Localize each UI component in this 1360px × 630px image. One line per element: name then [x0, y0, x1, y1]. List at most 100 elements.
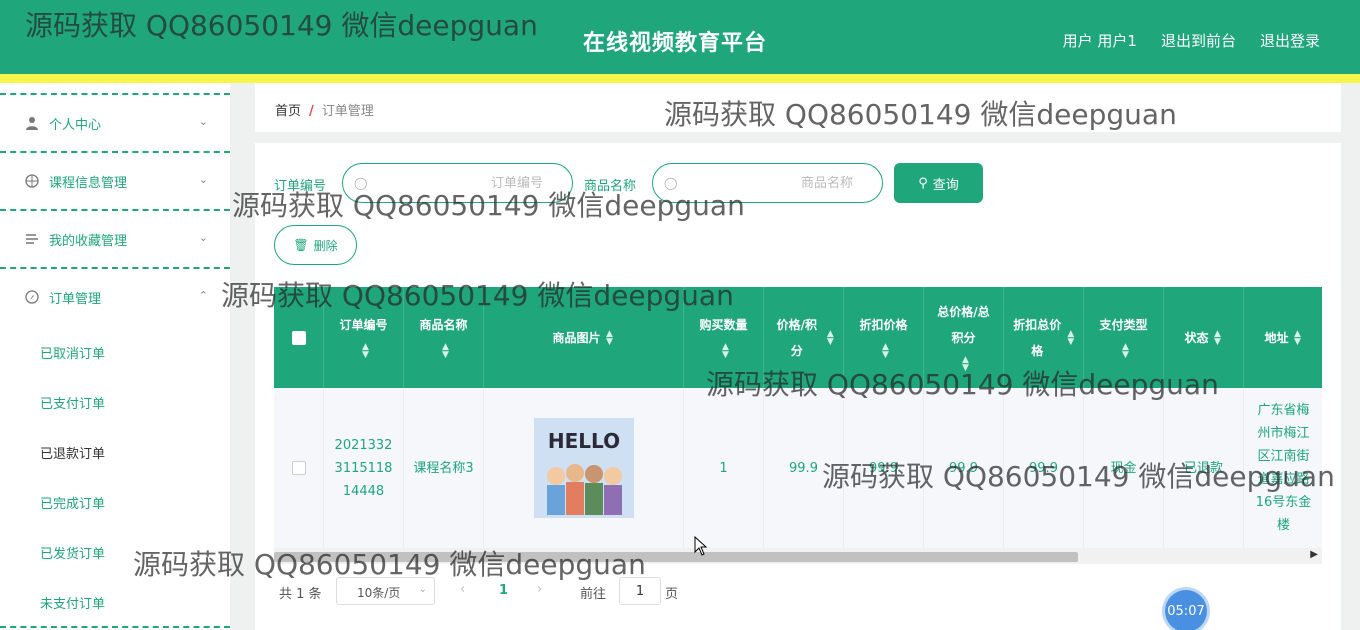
order-no-search-box[interactable]: ◯ — [342, 163, 573, 203]
col-pay-type-label: 支付类型 — [1099, 317, 1148, 332]
goto-page-input[interactable]: 1 — [619, 577, 661, 605]
sort-icon[interactable]: ▲ ▼ — [720, 343, 730, 360]
sidebar-item-course-management[interactable]: 课程信息管理 ⌄ — [0, 151, 230, 209]
sort-icon[interactable]: ▲ ▼ — [1067, 329, 1075, 346]
mouse-cursor-icon — [694, 536, 708, 556]
cell-address: 广东省梅州市梅江区江南街道嘉应路16号东金楼 — [1244, 388, 1322, 548]
col-status-label: 状态 — [1184, 330, 1209, 345]
prev-page-icon[interactable]: ‹ — [460, 582, 465, 597]
col-product[interactable]: 商品名称 ▲ ▼ — [404, 287, 484, 388]
orders-table: 订单编号 ▲ ▼ 商品名称 ▲ ▼ 商品图片 ▲ ▼ 购买数量 ▲ ▼ 价格/积分 ▲ ▼ 折扣价格… — [274, 287, 1322, 550]
breadcrumb-current: 订单管理 — [321, 104, 374, 119]
product-name-input[interactable] — [683, 172, 853, 194]
select-all-checkbox[interactable] — [291, 330, 306, 345]
cell-pay-type: 现金 — [1084, 388, 1164, 548]
col-product-label: 商品名称 — [419, 317, 468, 332]
delete-button-label: 删除 — [313, 238, 338, 253]
sidebar-item-label: 订单管理 — [49, 291, 102, 307]
breadcrumb-separator: / — [309, 104, 314, 119]
order-no-label: 订单编号 — [274, 179, 327, 194]
sidebar-divider — [0, 626, 230, 628]
col-quantity[interactable]: 购买数量 ▲ ▼ — [684, 287, 764, 388]
sidebar: 个人中心 ⌄ 课程信息管理 ⌄ 我的收藏管理 ⌄ 订单管理 ⌃ 已取消订单 已支… — [0, 83, 230, 630]
user-label: 用户 用户1 — [1062, 32, 1137, 50]
back-to-front-link[interactable]: 退出到前台 — [1161, 30, 1236, 51]
product-image: HELLO — [533, 418, 634, 518]
order-no-input[interactable] — [373, 172, 543, 194]
product-name-label: 商品名称 — [584, 179, 637, 194]
sort-icon[interactable]: ▲ ▼ — [880, 343, 890, 360]
sidebar-item-label: 个人中心 — [49, 117, 102, 133]
sort-icon[interactable]: ▲ ▼ — [1213, 329, 1223, 346]
top-header: 在线视频教育平台 用户 用户1 退出到前台 退出登录 — [0, 0, 1360, 74]
site-title: 在线视频教育平台 — [583, 31, 768, 56]
sort-icon[interactable]: ▲ ▼ — [826, 329, 835, 346]
row-checkbox[interactable] — [291, 461, 306, 475]
sort-icon[interactable]: ▲ ▼ — [360, 343, 370, 360]
sidebar-item-label: 我的收藏管理 — [49, 233, 128, 249]
search-icon: ⚲ — [918, 175, 928, 191]
pagination-total: 共 1 条 — [279, 587, 322, 602]
col-discount-total[interactable]: 折扣总价格 ▲ ▼ — [1004, 287, 1084, 388]
header-stripe — [0, 74, 1360, 83]
sidebar-item-order-management[interactable]: 订单管理 ⌃ — [0, 267, 230, 325]
cell-quantity: 1 — [684, 388, 764, 548]
submenu-paid-orders[interactable]: 已支付订单 — [40, 393, 105, 412]
breadcrumb-home[interactable]: 首页 — [275, 104, 301, 119]
course-icon — [24, 173, 40, 189]
chevron-up-icon: ⌃ — [198, 289, 208, 302]
cell-discount-total: 99.9 — [1004, 388, 1084, 548]
chevron-down-icon: ⌄ — [198, 231, 208, 244]
sort-icon[interactable]: ▲ ▼ — [1120, 343, 1130, 360]
goto-unit: 页 — [665, 587, 679, 602]
col-discount-total-label: 折扣总价格 — [1013, 317, 1062, 358]
sort-icon[interactable]: ▲ ▼ — [440, 343, 450, 360]
sidebar-item-personal-center[interactable]: 个人中心 ⌄ — [0, 93, 230, 151]
page-size-select[interactable]: 10条/页 ⌄ — [336, 577, 435, 605]
next-page-icon[interactable]: › — [537, 582, 542, 597]
page-size-value: 10条/页 — [357, 586, 401, 600]
submenu-cancelled-orders[interactable]: 已取消订单 — [40, 343, 105, 362]
product-image-text: HELLO — [547, 429, 619, 453]
submenu-refunded-orders[interactable]: 已退款订单 — [40, 443, 105, 462]
search-icon: ◯ — [664, 176, 678, 190]
chevron-down-icon: ⌄ — [418, 584, 427, 595]
scroll-right-icon[interactable]: ▶ — [1310, 549, 1318, 560]
horizontal-scrollbar[interactable]: ▶ — [274, 548, 1322, 564]
col-discount-price[interactable]: 折扣价格 ▲ ▼ — [844, 287, 924, 388]
table-header: 订单编号 ▲ ▼ 商品名称 ▲ ▼ 商品图片 ▲ ▼ 购买数量 ▲ ▼ 价格/积分 ▲ ▼ 折扣价格… — [274, 287, 1322, 388]
product-name-search-box[interactable]: ◯ — [652, 163, 883, 203]
top-nav: 用户 用户1 退出到前台 退出登录 — [1063, 30, 1320, 51]
query-button-label: 查询 — [932, 177, 959, 193]
col-price[interactable]: 价格/积分 ▲ ▼ — [764, 287, 844, 388]
col-pay-type[interactable]: 支付类型 ▲ ▼ — [1084, 287, 1164, 388]
breadcrumb: 首页 / 订单管理 — [275, 100, 374, 119]
sort-icon[interactable]: ▲ ▼ — [1293, 329, 1303, 346]
query-button[interactable]: ⚲ 查询 — [894, 163, 983, 203]
scrollbar-thumb[interactable] — [274, 552, 1078, 562]
sort-icon[interactable]: ▲ ▼ — [961, 356, 971, 373]
compass-icon — [24, 289, 40, 305]
cell-product: 课程名称3 — [404, 388, 484, 548]
col-address[interactable]: 地址 ▲ ▼ — [1244, 287, 1322, 388]
delete-button[interactable]: 🗑 删除 — [274, 225, 357, 265]
table-row[interactable]: 20213323115118 14448 课程名称3 HELLO 1 99.9 … — [274, 388, 1322, 548]
sort-icon[interactable]: ▲ ▼ — [605, 329, 615, 346]
goto-label: 前往 — [580, 587, 607, 602]
submenu-shipped-orders[interactable]: 已发货订单 — [40, 543, 105, 562]
clock-badge: 05:07 — [1165, 590, 1207, 630]
col-status[interactable]: 状态 ▲ ▼ — [1164, 287, 1244, 388]
logout-link[interactable]: 退出登录 — [1260, 30, 1320, 51]
cell-order-no: 20213323115118 14448 — [324, 388, 404, 548]
page-number[interactable]: 1 — [499, 583, 508, 598]
search-icon: ◯ — [354, 176, 368, 190]
col-image[interactable]: 商品图片 ▲ ▼ — [484, 287, 684, 388]
cell-discount-price: 99.9 — [844, 388, 924, 548]
favorites-icon — [24, 231, 40, 247]
col-image-label: 商品图片 — [552, 330, 601, 345]
submenu-completed-orders[interactable]: 已完成订单 — [40, 493, 105, 512]
col-order-no[interactable]: 订单编号 ▲ ▼ — [324, 287, 404, 388]
col-total[interactable]: 总价格/总积分 ▲ ▼ — [924, 287, 1004, 388]
submenu-unpaid-orders[interactable]: 未支付订单 — [40, 593, 105, 612]
sidebar-item-favorites[interactable]: 我的收藏管理 ⌄ — [0, 209, 230, 267]
